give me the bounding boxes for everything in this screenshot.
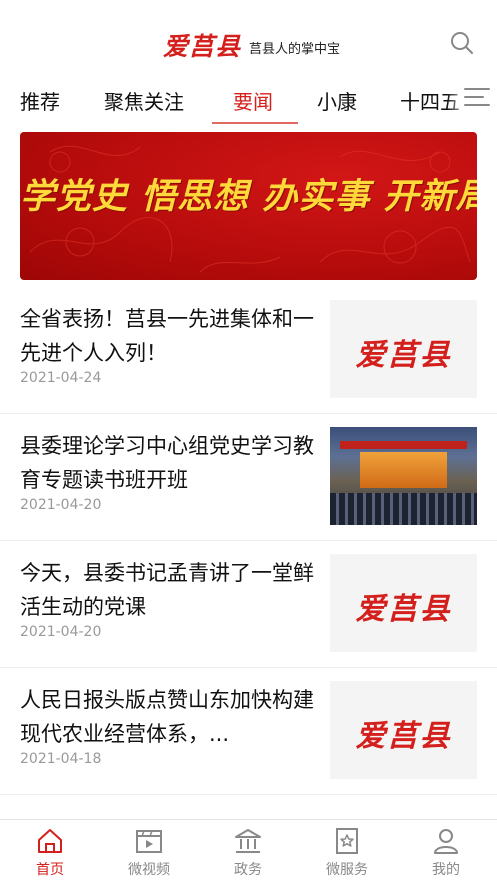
news-title: 县委理论学习中心组党史学习教育专题读书班开班 bbox=[20, 434, 314, 492]
home-icon bbox=[38, 829, 62, 853]
news-item[interactable]: 全省表扬！莒县一先进集体和一先进个人入列！ 2021-04-24 爱莒县 bbox=[0, 288, 497, 414]
nav-label: 首页 bbox=[36, 862, 64, 878]
tab-headlines[interactable]: 要闻 bbox=[233, 86, 273, 115]
meeting-stage bbox=[360, 452, 447, 488]
nav-label: 政务 bbox=[234, 862, 262, 878]
banner-slogan: 学党史 悟思想 办实事 开新局 bbox=[20, 177, 477, 217]
active-tab-indicator bbox=[212, 122, 298, 124]
news-title: 人民日报头版点赞山东加快构建现代农业经营体系，... bbox=[20, 688, 314, 746]
nav-label: 微视频 bbox=[128, 862, 170, 878]
tab-recommend[interactable]: 推荐 bbox=[20, 86, 60, 115]
news-date: 2021-04-18 bbox=[20, 751, 102, 767]
thumbnail-logo: 爱莒县 bbox=[355, 592, 452, 627]
search-icon bbox=[451, 32, 473, 54]
video-icon bbox=[136, 830, 162, 853]
nav-label: 我的 bbox=[432, 862, 460, 878]
news-thumbnail: 爱莒县 bbox=[330, 554, 477, 652]
news-title: 全省表扬！莒县一先进集体和一先进个人入列！ bbox=[20, 307, 314, 365]
meeting-audience bbox=[330, 493, 477, 525]
thumbnail-logo: 爱莒县 bbox=[355, 719, 452, 754]
app-logo: 爱莒县 bbox=[163, 32, 242, 61]
meeting-banner bbox=[340, 441, 467, 449]
news-date: 2021-04-24 bbox=[20, 370, 102, 386]
news-item[interactable]: 县委理论学习中心组党史学习教育专题读书班开班 2021-04-20 bbox=[0, 415, 497, 541]
nav-video[interactable]: 微视频 bbox=[109, 826, 189, 882]
nav-home[interactable]: 首页 bbox=[10, 826, 90, 882]
menu-icon-line bbox=[464, 104, 490, 106]
nav-profile[interactable]: 我的 bbox=[406, 826, 486, 882]
nav-label: 微服务 bbox=[326, 862, 368, 878]
tab-xiaokang[interactable]: 小康 bbox=[317, 86, 357, 115]
profile-icon bbox=[434, 829, 458, 854]
promo-banner[interactable]: 学党史 悟思想 办实事 开新局 bbox=[20, 132, 477, 280]
news-title: 今天，县委书记孟青讲了一堂鲜活生动的党课 bbox=[20, 561, 314, 619]
news-thumbnail: 爱莒县 bbox=[330, 300, 477, 398]
nav-service[interactable]: 微服务 bbox=[307, 826, 387, 882]
news-thumbnail-photo bbox=[330, 427, 477, 525]
channel-tabs: 推荐 聚焦关注 要闻 小康 十四五 bbox=[0, 82, 497, 128]
service-icon bbox=[336, 828, 358, 854]
menu-icon bbox=[464, 88, 490, 90]
menu-icon-line bbox=[464, 96, 484, 98]
channel-menu-button[interactable] bbox=[464, 88, 490, 110]
thumbnail-logo: 爱莒县 bbox=[355, 338, 452, 373]
tab-focus[interactable]: 聚焦关注 bbox=[104, 86, 184, 115]
news-date: 2021-04-20 bbox=[20, 497, 102, 513]
app-slogan: 莒县人的掌中宝 bbox=[249, 42, 341, 57]
search-button[interactable] bbox=[449, 30, 475, 56]
app-header: 爱莒县 莒县人的掌中宝 bbox=[0, 0, 497, 82]
news-thumbnail: 爱莒县 bbox=[330, 681, 477, 779]
government-icon bbox=[235, 829, 261, 853]
bottom-navigation: 首页 微视频 政务 微服务 我的 bbox=[0, 819, 497, 883]
news-item[interactable]: 人民日报头版点赞山东加快构建现代农业经营体系，... 2021-04-18 爱莒… bbox=[0, 669, 497, 795]
news-date: 2021-04-20 bbox=[20, 624, 102, 640]
nav-government[interactable]: 政务 bbox=[208, 826, 288, 882]
news-item[interactable]: 今天，县委书记孟青讲了一堂鲜活生动的党课 2021-04-20 爱莒县 bbox=[0, 542, 497, 668]
